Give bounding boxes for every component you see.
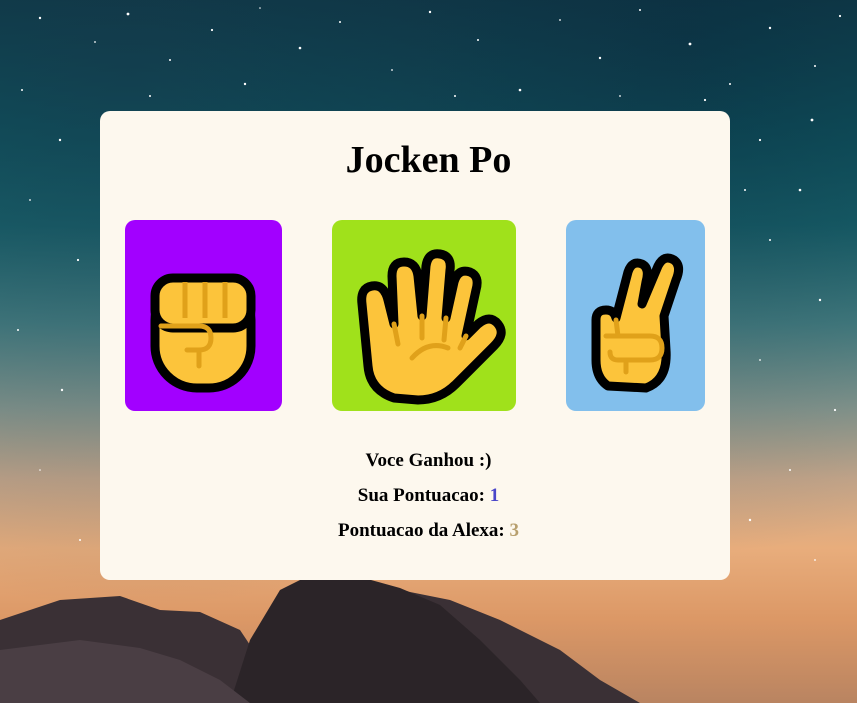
alexa-score: Pontuacao da Alexa: 3 — [0, 519, 857, 543]
alexa-score-value: 3 — [509, 520, 520, 541]
player-score: Sua Pontuacao: 1 — [0, 484, 857, 508]
player-score-value: 1 — [489, 485, 500, 506]
alexa-score-label: Pontuacao da Alexa: — [337, 520, 505, 541]
paper-button[interactable] — [332, 220, 516, 411]
fist-icon — [150, 273, 256, 393]
scissors-button[interactable] — [566, 220, 705, 411]
victory-hand-icon — [591, 253, 684, 393]
page-title: Jocken Po — [345, 139, 512, 181]
raised-hand-icon — [357, 249, 506, 405]
rock-button[interactable] — [125, 220, 282, 411]
result-text: Voce Ganhou :) — [365, 450, 492, 471]
player-score-label: Sua Pontuacao: — [357, 485, 485, 506]
